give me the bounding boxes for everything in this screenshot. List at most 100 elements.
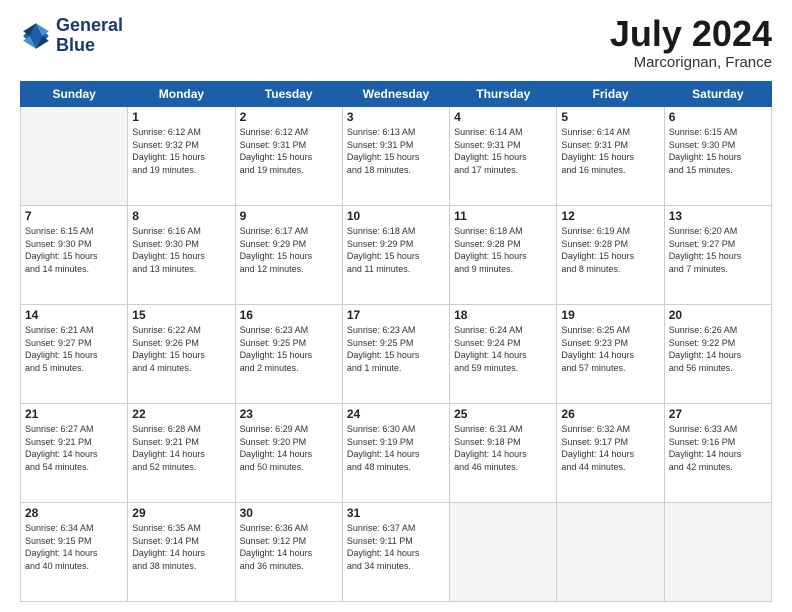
cell-details: Sunrise: 6:23 AM Sunset: 9:25 PM Dayligh… [347,324,445,374]
cell-details: Sunrise: 6:21 AM Sunset: 9:27 PM Dayligh… [25,324,123,374]
cell-details: Sunrise: 6:19 AM Sunset: 9:28 PM Dayligh… [561,225,659,275]
table-row: 29 Sunrise: 6:35 AM Sunset: 9:14 PM Dayli… [128,503,235,602]
cell-details: Sunrise: 6:18 AM Sunset: 9:29 PM Dayligh… [347,225,445,275]
day-number: 26 [561,407,659,421]
table-row: 13 Sunrise: 6:20 AM Sunset: 9:27 PM Dayli… [664,206,771,305]
cell-details: Sunrise: 6:36 AM Sunset: 9:12 PM Dayligh… [240,522,338,572]
table-row [557,503,664,602]
table-row: 6 Sunrise: 6:15 AM Sunset: 9:30 PM Daylig… [664,107,771,206]
day-number: 23 [240,407,338,421]
day-number: 5 [561,110,659,124]
cell-details: Sunrise: 6:33 AM Sunset: 9:16 PM Dayligh… [669,423,767,473]
day-number: 22 [132,407,230,421]
table-row: 28 Sunrise: 6:34 AM Sunset: 9:15 PM Dayli… [21,503,128,602]
day-number: 17 [347,308,445,322]
day-number: 16 [240,308,338,322]
day-number: 30 [240,506,338,520]
logo-text: General Blue [56,16,123,56]
cell-details: Sunrise: 6:29 AM Sunset: 9:20 PM Dayligh… [240,423,338,473]
day-number: 28 [25,506,123,520]
table-row [450,503,557,602]
calendar-header-row: Sunday Monday Tuesday Wednesday Thursday… [21,82,772,107]
cell-details: Sunrise: 6:31 AM Sunset: 9:18 PM Dayligh… [454,423,552,473]
table-row: 9 Sunrise: 6:17 AM Sunset: 9:29 PM Daylig… [235,206,342,305]
day-number: 6 [669,110,767,124]
table-row: 27 Sunrise: 6:33 AM Sunset: 9:16 PM Dayli… [664,404,771,503]
day-number: 7 [25,209,123,223]
table-row: 20 Sunrise: 6:26 AM Sunset: 9:22 PM Dayli… [664,305,771,404]
table-row: 2 Sunrise: 6:12 AM Sunset: 9:31 PM Daylig… [235,107,342,206]
day-number: 13 [669,209,767,223]
cell-details: Sunrise: 6:12 AM Sunset: 9:31 PM Dayligh… [240,126,338,176]
cell-details: Sunrise: 6:13 AM Sunset: 9:31 PM Dayligh… [347,126,445,176]
col-thursday: Thursday [450,82,557,107]
cell-details: Sunrise: 6:22 AM Sunset: 9:26 PM Dayligh… [132,324,230,374]
cell-details: Sunrise: 6:23 AM Sunset: 9:25 PM Dayligh… [240,324,338,374]
table-row: 30 Sunrise: 6:36 AM Sunset: 9:12 PM Dayli… [235,503,342,602]
day-number: 25 [454,407,552,421]
day-number: 3 [347,110,445,124]
table-row: 24 Sunrise: 6:30 AM Sunset: 9:19 PM Dayli… [342,404,449,503]
day-number: 20 [669,308,767,322]
day-number: 10 [347,209,445,223]
day-number: 11 [454,209,552,223]
day-number: 29 [132,506,230,520]
col-tuesday: Tuesday [235,82,342,107]
table-row [664,503,771,602]
table-row: 31 Sunrise: 6:37 AM Sunset: 9:11 PM Dayli… [342,503,449,602]
table-row: 16 Sunrise: 6:23 AM Sunset: 9:25 PM Dayli… [235,305,342,404]
day-number: 8 [132,209,230,223]
title-block: July 2024 Marcorignan, France [610,16,772,71]
day-number: 14 [25,308,123,322]
logo-line1: General [56,16,123,36]
cell-details: Sunrise: 6:37 AM Sunset: 9:11 PM Dayligh… [347,522,445,572]
header: General Blue July 2024 Marcorignan, Fran… [20,16,772,71]
calendar-week-row: 7Sunrise: 6:15 AM Sunset: 9:30 PM Daylig… [21,206,772,305]
cell-details: Sunrise: 6:27 AM Sunset: 9:21 PM Dayligh… [25,423,123,473]
day-number: 24 [347,407,445,421]
calendar-week-row: 14 Sunrise: 6:21 AM Sunset: 9:27 PM Dayli… [21,305,772,404]
table-row: 3 Sunrise: 6:13 AM Sunset: 9:31 PM Daylig… [342,107,449,206]
logo-icon [20,20,52,52]
cell-details: Sunrise: 6:26 AM Sunset: 9:22 PM Dayligh… [669,324,767,374]
cell-details: Sunrise: 6:14 AM Sunset: 9:31 PM Dayligh… [454,126,552,176]
table-row [21,107,128,206]
day-number: 4 [454,110,552,124]
day-number: 27 [669,407,767,421]
table-row: 12 Sunrise: 6:19 AM Sunset: 9:28 PM Dayli… [557,206,664,305]
day-number: 1 [132,110,230,124]
day-number: 2 [240,110,338,124]
table-row: 11 Sunrise: 6:18 AM Sunset: 9:28 PM Dayli… [450,206,557,305]
day-number: 31 [347,506,445,520]
cell-details: Sunrise: 6:20 AM Sunset: 9:27 PM Dayligh… [669,225,767,275]
cell-details: Sunrise: 6:25 AM Sunset: 9:23 PM Dayligh… [561,324,659,374]
day-number: 9 [240,209,338,223]
cell-details: Sunrise: 6:30 AM Sunset: 9:19 PM Dayligh… [347,423,445,473]
table-row: 5 Sunrise: 6:14 AM Sunset: 9:31 PM Daylig… [557,107,664,206]
calendar-week-row: 1Sunrise: 6:12 AM Sunset: 9:32 PM Daylig… [21,107,772,206]
table-row: 21 Sunrise: 6:27 AM Sunset: 9:21 PM Dayli… [21,404,128,503]
table-row: 8Sunrise: 6:16 AM Sunset: 9:30 PM Daylig… [128,206,235,305]
table-row: 1Sunrise: 6:12 AM Sunset: 9:32 PM Daylig… [128,107,235,206]
location: Marcorignan, France [610,54,772,71]
month-year: July 2024 [610,16,772,52]
cell-details: Sunrise: 6:17 AM Sunset: 9:29 PM Dayligh… [240,225,338,275]
table-row: 22Sunrise: 6:28 AM Sunset: 9:21 PM Dayli… [128,404,235,503]
table-row: 23 Sunrise: 6:29 AM Sunset: 9:20 PM Dayli… [235,404,342,503]
cell-details: Sunrise: 6:18 AM Sunset: 9:28 PM Dayligh… [454,225,552,275]
table-row: 14 Sunrise: 6:21 AM Sunset: 9:27 PM Dayli… [21,305,128,404]
day-number: 15 [132,308,230,322]
table-row: 18Sunrise: 6:24 AM Sunset: 9:24 PM Dayli… [450,305,557,404]
table-row: 7Sunrise: 6:15 AM Sunset: 9:30 PM Daylig… [21,206,128,305]
cell-details: Sunrise: 6:15 AM Sunset: 9:30 PM Dayligh… [669,126,767,176]
cell-details: Sunrise: 6:35 AM Sunset: 9:14 PM Dayligh… [132,522,230,572]
day-number: 21 [25,407,123,421]
col-monday: Monday [128,82,235,107]
col-friday: Friday [557,82,664,107]
logo: General Blue [20,16,123,56]
col-wednesday: Wednesday [342,82,449,107]
day-number: 12 [561,209,659,223]
cell-details: Sunrise: 6:14 AM Sunset: 9:31 PM Dayligh… [561,126,659,176]
cell-details: Sunrise: 6:34 AM Sunset: 9:15 PM Dayligh… [25,522,123,572]
cell-details: Sunrise: 6:32 AM Sunset: 9:17 PM Dayligh… [561,423,659,473]
